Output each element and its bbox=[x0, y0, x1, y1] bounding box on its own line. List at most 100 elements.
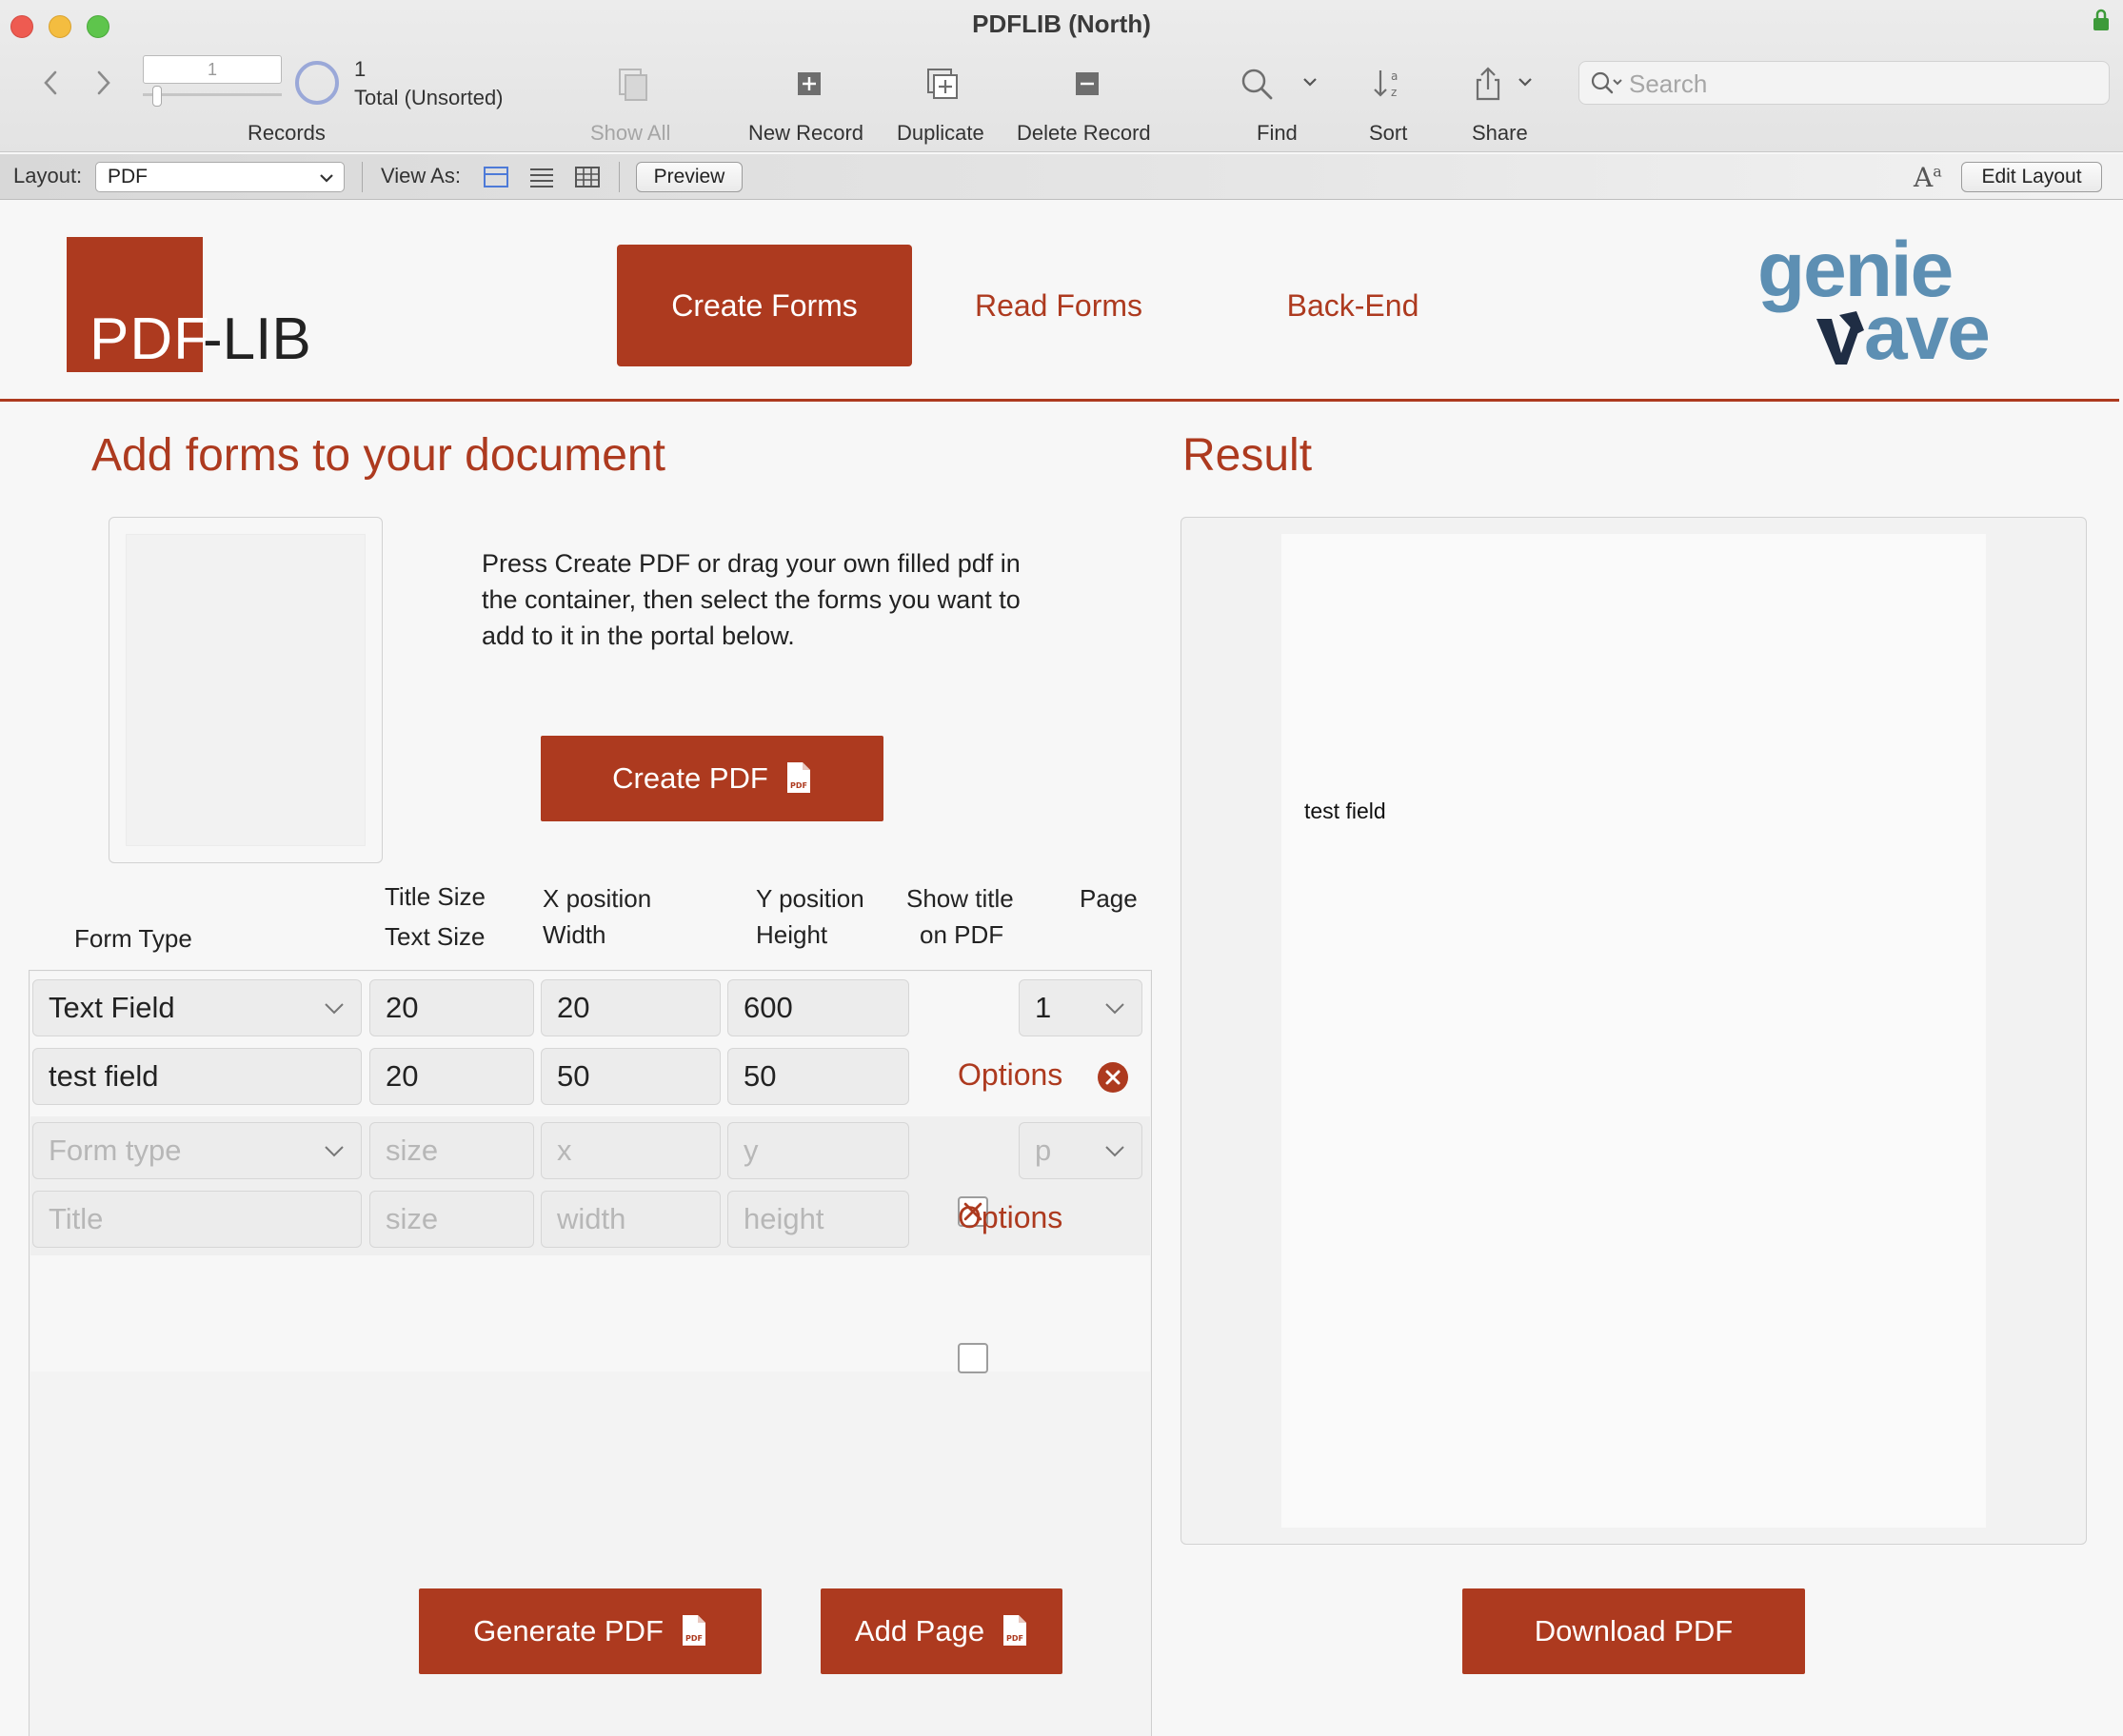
new-title-field[interactable]: Title bbox=[32, 1191, 362, 1248]
toolbar: PDFLIB (North) 1 1 Total (Unsorted) Reco… bbox=[0, 0, 2123, 152]
find-dropdown-icon[interactable] bbox=[1302, 76, 1318, 88]
instructions-text: Press Create PDF or drag your own filled… bbox=[482, 549, 1021, 650]
delete-record-icon[interactable] bbox=[1068, 65, 1106, 103]
add-page-button[interactable]: Add Page PDF bbox=[821, 1588, 1062, 1674]
app-window: PDFLIB (North) 1 1 Total (Unsorted) Reco… bbox=[0, 0, 2123, 1736]
divider bbox=[362, 162, 363, 192]
x-position-field[interactable]: 20 bbox=[541, 979, 721, 1036]
result-field-text: test field bbox=[1304, 799, 1386, 823]
search-input[interactable] bbox=[1629, 68, 2095, 100]
logo-lib-text: -LIB bbox=[203, 306, 311, 372]
records-label: Records bbox=[248, 121, 326, 145]
generate-pdf-button[interactable]: Generate PDF PDF bbox=[419, 1588, 762, 1674]
chevron-down-icon bbox=[325, 1003, 344, 1015]
next-record-icon[interactable] bbox=[91, 67, 116, 99]
svg-text:PDF: PDF bbox=[790, 781, 807, 790]
svg-text:z: z bbox=[1391, 86, 1397, 99]
find-icon[interactable] bbox=[1238, 65, 1276, 103]
col-show-title: Show title bbox=[906, 884, 1014, 913]
result-title: Result bbox=[1182, 430, 1313, 481]
result-pdf-preview[interactable] bbox=[1281, 534, 1986, 1528]
record-slider-handle[interactable] bbox=[152, 86, 162, 107]
col-x-position: X position bbox=[543, 884, 652, 913]
col-text-size: Text Size bbox=[385, 922, 486, 951]
col-form-type: Form Type bbox=[74, 924, 192, 953]
show-all-label[interactable]: Show All bbox=[590, 121, 670, 146]
tab-back-end[interactable]: Back-End bbox=[1205, 245, 1500, 366]
list-view-icon[interactable] bbox=[529, 166, 554, 188]
new-height-field[interactable]: height bbox=[727, 1191, 909, 1248]
new-title-size-field[interactable]: size bbox=[369, 1122, 534, 1179]
record-number-input[interactable]: 1 bbox=[143, 55, 282, 84]
record-slider-track[interactable] bbox=[143, 93, 282, 101]
show-all-icon[interactable] bbox=[615, 65, 653, 103]
content-area: PDF -LIB Create Forms Read Forms Back-En… bbox=[0, 201, 2123, 1736]
svg-text:PDF: PDF bbox=[685, 1634, 703, 1643]
share-dropdown-icon[interactable] bbox=[1518, 76, 1533, 88]
new-width-field[interactable]: width bbox=[541, 1191, 721, 1248]
text-size-field[interactable]: 20 bbox=[369, 1048, 534, 1105]
col-width: Width bbox=[543, 920, 606, 949]
y-position-field[interactable]: 600 bbox=[727, 979, 909, 1036]
title-size-field[interactable]: 20 bbox=[369, 979, 534, 1036]
sort-label[interactable]: Sort bbox=[1369, 121, 1407, 146]
sort-icon[interactable]: a z bbox=[1371, 65, 1409, 103]
left-section-title: Add forms to your document bbox=[91, 430, 665, 481]
table-view-icon[interactable] bbox=[575, 166, 600, 188]
delete-row-icon[interactable] bbox=[1097, 1061, 1129, 1094]
new-page-placeholder: p bbox=[1035, 1134, 1052, 1167]
page-select[interactable]: 1 bbox=[1019, 979, 1142, 1036]
record-count: 1 bbox=[354, 57, 367, 81]
tab-read-forms[interactable]: Read Forms bbox=[911, 245, 1206, 366]
view-as-label: View As: bbox=[381, 164, 461, 187]
new-page-select[interactable]: p bbox=[1019, 1122, 1142, 1179]
duplicate-label[interactable]: Duplicate bbox=[897, 121, 984, 146]
new-options-link[interactable]: Options bbox=[958, 1200, 1062, 1235]
new-record-label[interactable]: New Record bbox=[748, 121, 863, 146]
pdf-file-icon: PDF bbox=[1003, 1614, 1027, 1646]
preview-button[interactable]: Preview bbox=[636, 162, 743, 192]
page-value: 1 bbox=[1035, 991, 1052, 1024]
title-field[interactable]: test field bbox=[32, 1048, 362, 1105]
chevron-down-icon bbox=[320, 174, 333, 183]
width-field[interactable]: 50 bbox=[541, 1048, 721, 1105]
svg-text:PDF: PDF bbox=[1006, 1634, 1023, 1643]
pdf-file-icon: PDF bbox=[786, 761, 810, 793]
wave-logo-text: ave bbox=[1864, 289, 1989, 376]
options-link[interactable]: Options bbox=[958, 1057, 1062, 1093]
edit-layout-button[interactable]: Edit Layout bbox=[1961, 162, 2102, 192]
col-title-size: Title Size bbox=[385, 882, 486, 911]
pdf-drop-area[interactable] bbox=[126, 534, 366, 846]
new-record-icon[interactable] bbox=[790, 65, 828, 103]
new-text-size-field[interactable]: size bbox=[369, 1191, 534, 1248]
duplicate-icon[interactable] bbox=[923, 65, 962, 103]
text-format-icon[interactable]: Aa bbox=[1914, 162, 1942, 193]
pdf-file-icon: PDF bbox=[682, 1614, 705, 1646]
layout-bar: Layout: PDF View As: Preview Aa Edit Lay… bbox=[0, 154, 2123, 200]
add-page-label: Add Page bbox=[854, 1614, 985, 1647]
records-pie-icon bbox=[295, 61, 339, 105]
form-view-icon[interactable] bbox=[484, 166, 508, 188]
previous-record-icon[interactable] bbox=[38, 67, 63, 99]
chevron-down-icon bbox=[325, 1146, 344, 1157]
new-form-type-select[interactable]: Form type bbox=[32, 1122, 362, 1179]
find-label[interactable]: Find bbox=[1257, 121, 1298, 146]
layout-select[interactable]: PDF bbox=[95, 162, 345, 192]
delete-record-label[interactable]: Delete Record bbox=[1017, 121, 1151, 146]
create-pdf-button[interactable]: Create PDF PDF bbox=[541, 736, 883, 821]
form-type-select[interactable]: Text Field bbox=[32, 979, 362, 1036]
new-x-position-field[interactable]: x bbox=[541, 1122, 721, 1179]
share-label[interactable]: Share bbox=[1472, 121, 1528, 146]
height-field[interactable]: 50 bbox=[727, 1048, 909, 1105]
download-pdf-button[interactable]: Download PDF bbox=[1462, 1588, 1805, 1674]
new-y-position-field[interactable]: y bbox=[727, 1122, 909, 1179]
header-divider bbox=[0, 399, 2119, 402]
search-field[interactable] bbox=[1578, 61, 2110, 105]
chevron-down-icon bbox=[1105, 1003, 1124, 1015]
col-on-pdf: on PDF bbox=[920, 920, 1004, 949]
tab-create-forms[interactable]: Create Forms bbox=[617, 245, 912, 366]
lock-icon bbox=[2093, 9, 2109, 30]
search-icon bbox=[1591, 71, 1622, 94]
share-icon[interactable] bbox=[1470, 65, 1508, 103]
new-show-title-checkbox[interactable] bbox=[958, 1343, 988, 1373]
